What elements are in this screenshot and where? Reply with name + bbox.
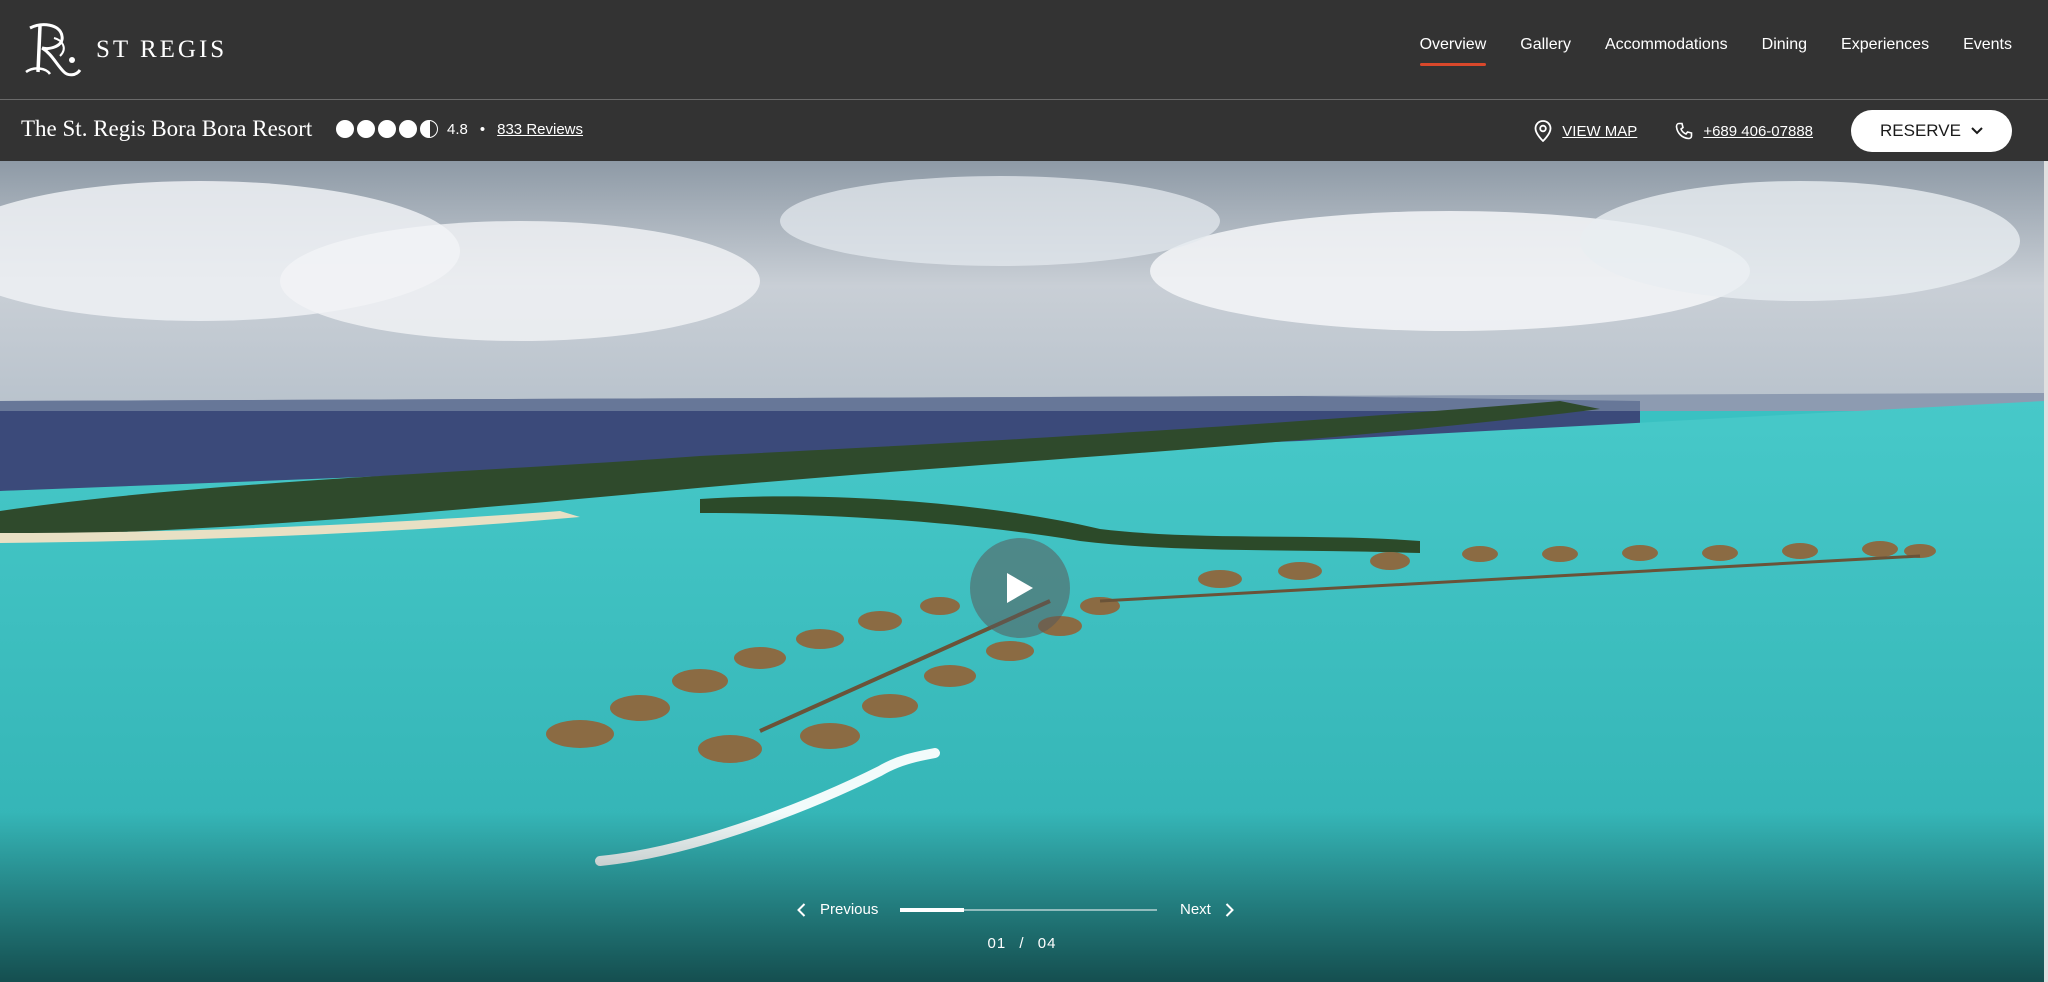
view-map-label: VIEW MAP	[1562, 122, 1638, 140]
nav-overview[interactable]: Overview	[1419, 36, 1486, 66]
next-label: Next	[1180, 901, 1211, 918]
slide-counter: 01 / 04	[0, 935, 2044, 952]
rating-value: 4.8	[447, 120, 468, 138]
main-nav: Overview Gallery Accommodations Dining E…	[1386, 36, 2012, 66]
previous-label: Previous	[820, 901, 879, 918]
carousel-controls: Previous Next 01 / 04	[0, 898, 2044, 978]
previous-button[interactable]: Previous	[797, 901, 878, 918]
play-button[interactable]	[970, 538, 1070, 638]
current-slide: 01	[987, 935, 1007, 952]
reserve-label: RESERVE	[1880, 121, 1961, 140]
separator-bullet: •	[479, 120, 486, 138]
chevron-down-icon	[1971, 127, 1983, 135]
reserve-button[interactable]: RESERVE	[1851, 110, 2012, 152]
top-navigation-bar: ST REGIS Overview Gallery Accommodations…	[0, 0, 2048, 100]
view-map-link[interactable]: VIEW MAP	[1534, 120, 1637, 142]
phone-number: +689 406-07888	[1703, 122, 1813, 140]
reviews-link[interactable]: 833 Reviews	[497, 121, 583, 138]
phone-link[interactable]: +689 406-07888	[1675, 122, 1813, 140]
chevron-left-icon	[797, 902, 806, 917]
property-bar: The St. Regis Bora Bora Resort 4.8 • 833…	[0, 100, 2048, 161]
next-button[interactable]: Next	[1180, 901, 1234, 918]
carousel-progress-bar	[900, 908, 1157, 912]
rating-dot-icon	[336, 120, 354, 138]
chevron-right-icon	[1225, 902, 1234, 917]
carousel-progress-fill	[900, 908, 965, 912]
hero-video[interactable]: Previous Next 01 / 04	[0, 161, 2044, 982]
rating-dot-icon	[378, 120, 396, 138]
property-actions: VIEW MAP +689 406-07888 RESERVE	[1534, 110, 2012, 152]
rating-half-dot-icon	[420, 120, 438, 138]
nav-experiences[interactable]: Experiences	[1841, 36, 1929, 66]
rating-summary: 4.8 • 833 Reviews	[336, 120, 583, 138]
play-icon	[1007, 573, 1033, 603]
property-title: The St. Regis Bora Bora Resort	[21, 116, 313, 141]
rating-dot-icon	[399, 120, 417, 138]
total-slides: 04	[1037, 935, 1057, 952]
phone-icon	[1676, 122, 1693, 140]
st-regis-monogram-icon	[25, 23, 82, 77]
nav-events[interactable]: Events	[1963, 36, 2012, 66]
st-regis-logo[interactable]: ST REGIS	[20, 20, 227, 80]
map-pin-icon	[1534, 120, 1552, 142]
counter-separator: /	[1019, 935, 1025, 952]
nav-accommodations[interactable]: Accommodations	[1605, 36, 1728, 66]
rating-dot-icon	[357, 120, 375, 138]
scrollbar-edge	[2044, 161, 2048, 982]
brand-name: ST REGIS	[96, 36, 228, 63]
nav-dining[interactable]: Dining	[1762, 36, 1807, 66]
nav-gallery[interactable]: Gallery	[1520, 36, 1571, 66]
